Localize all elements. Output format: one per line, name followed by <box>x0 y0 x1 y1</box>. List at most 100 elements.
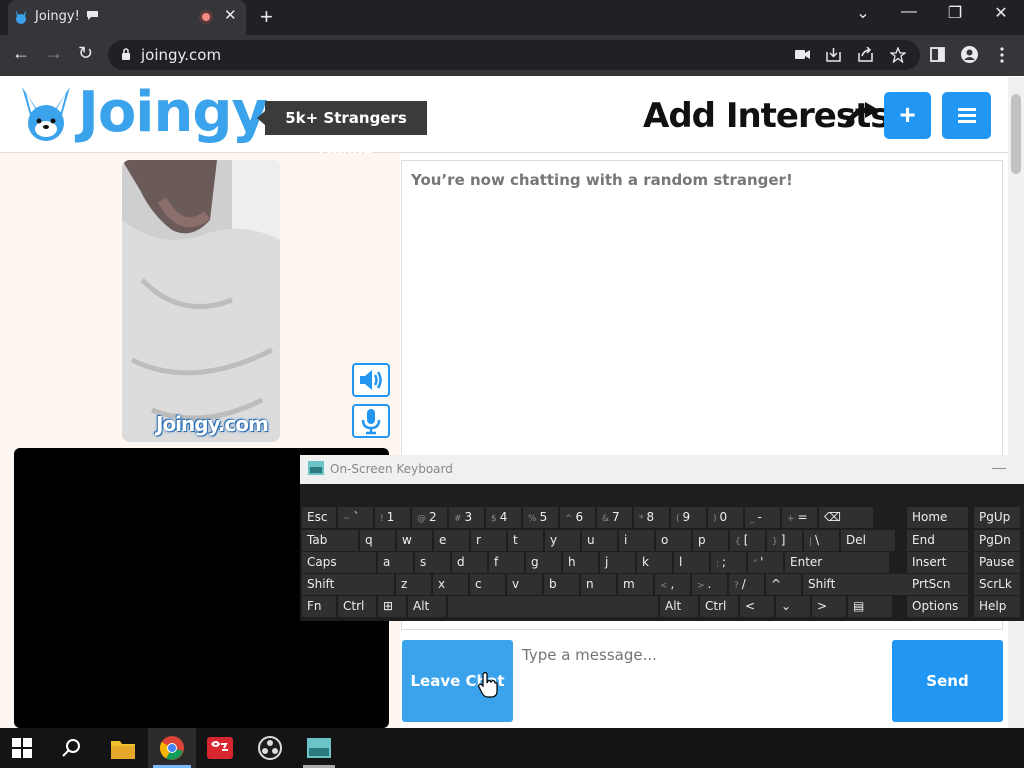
osk-key[interactable]: a <box>378 552 413 573</box>
osk-key[interactable]: }] <box>767 530 802 551</box>
osk-key[interactable]: Insert <box>907 552 968 573</box>
osk-key[interactable]: x <box>433 574 468 595</box>
osk-key[interactable]: p <box>693 530 728 551</box>
windows-start-icon[interactable] <box>12 738 32 758</box>
osk-key[interactable]: i <box>619 530 654 551</box>
osk-key[interactable]: v <box>507 574 542 595</box>
share-icon[interactable] <box>858 47 873 62</box>
osk-key[interactable]: {[ <box>730 530 765 551</box>
hamburger-menu-button[interactable] <box>942 92 991 139</box>
osk-key[interactable]: s <box>415 552 450 573</box>
window-close-button[interactable]: ✕ <box>981 3 1021 23</box>
osk-key[interactable]: PrtScn <box>907 574 968 595</box>
side-panel-icon[interactable] <box>930 47 945 62</box>
osk-key[interactable]: Home <box>907 507 968 528</box>
osk-key[interactable]: & 7 <box>597 507 632 528</box>
add-interest-button[interactable]: + <box>884 92 931 139</box>
kebab-menu-icon[interactable] <box>999 47 1005 63</box>
osk-key[interactable]: ) 0 <box>708 507 743 528</box>
osk-key[interactable]: Caps <box>302 552 376 573</box>
osk-key[interactable]: b <box>544 574 579 595</box>
osk-key[interactable]: Esc <box>302 507 336 528</box>
osk-key[interactable]: ⌄ <box>776 596 810 617</box>
osk-key[interactable]: q <box>360 530 395 551</box>
back-button[interactable]: ← <box>12 43 30 64</box>
osk-key[interactable]: < <box>740 596 774 617</box>
osk-key[interactable]: | \ <box>804 530 839 551</box>
osk-key[interactable]: Alt <box>660 596 698 617</box>
osk-key[interactable]: k <box>637 552 672 573</box>
camera-icon[interactable] <box>795 49 810 60</box>
osk-key[interactable]: c <box>470 574 505 595</box>
osk-key[interactable]: Fn <box>302 596 336 617</box>
osk-key[interactable]: Ctrl <box>700 596 738 617</box>
osk-key[interactable]: " ' <box>748 552 783 573</box>
osk-key[interactable]: d <box>452 552 487 573</box>
osk-key[interactable]: ScrLk <box>974 574 1020 595</box>
osk-key[interactable]: e <box>434 530 469 551</box>
osk-key[interactable]: t <box>508 530 543 551</box>
osk-key[interactable]: y <box>545 530 580 551</box>
osk-key[interactable]: Shift <box>302 574 394 595</box>
osk-key[interactable]: ▤ <box>848 596 892 617</box>
osk-key[interactable]: @2 <box>412 507 447 528</box>
reload-button[interactable]: ↻ <box>78 43 93 64</box>
page-scrollbar[interactable] <box>1008 77 1024 728</box>
file-explorer-icon[interactable] <box>110 736 136 762</box>
site-logo-text[interactable]: Joingy <box>78 80 268 145</box>
osk-key[interactable]: $4 <box>486 507 521 528</box>
osk-key[interactable]: > <box>812 596 846 617</box>
minimize-button[interactable]: — <box>889 3 929 21</box>
osk-key[interactable]: #3 <box>449 507 484 528</box>
osk-key[interactable]: End <box>907 530 968 551</box>
osk-app-icon[interactable] <box>306 735 332 761</box>
osk-key[interactable]: Pause <box>974 552 1020 573</box>
osk-key[interactable]: Alt <box>408 596 446 617</box>
osk-key[interactable]: Ctrl <box>338 596 376 617</box>
recorder-app-icon[interactable] <box>207 735 233 761</box>
lock-icon[interactable] <box>121 48 131 61</box>
tab-search-button[interactable]: ⌄ <box>843 3 883 23</box>
osk-key[interactable] <box>448 596 658 617</box>
osk-key[interactable]: % 5 <box>523 507 558 528</box>
osk-key[interactable]: z <box>396 574 431 595</box>
osk-key[interactable]: g <box>526 552 561 573</box>
osk-key[interactable]: (9 <box>671 507 706 528</box>
osk-key[interactable]: :; <box>711 552 746 573</box>
osk-minimize-button[interactable]: — <box>992 459 1006 475</box>
speaker-button[interactable] <box>352 363 390 397</box>
osk-key[interactable]: l <box>674 552 709 573</box>
osk-key[interactable]: * 8 <box>634 507 669 528</box>
osk-key[interactable]: ! 1 <box>375 507 410 528</box>
osk-key[interactable]: f <box>489 552 524 573</box>
search-icon[interactable] <box>62 738 82 758</box>
osk-key[interactable]: <, <box>655 574 690 595</box>
scrollbar-thumb[interactable] <box>1011 94 1021 174</box>
bunny-logo-icon[interactable] <box>16 83 76 143</box>
restore-button[interactable]: ❐ <box>935 3 975 23</box>
osk-key[interactable]: u <box>582 530 617 551</box>
osk-key[interactable]: PgDn <box>974 530 1020 551</box>
osk-key[interactable]: h <box>563 552 598 573</box>
obs-icon[interactable] <box>257 735 283 761</box>
install-icon[interactable] <box>826 47 841 62</box>
url-text[interactable]: joingy.com <box>141 46 221 64</box>
message-input[interactable] <box>514 640 890 722</box>
chrome-icon[interactable] <box>159 735 185 761</box>
profile-icon[interactable] <box>961 46 978 63</box>
osk-key[interactable]: Tab <box>302 530 358 551</box>
osk-key[interactable]: Enter <box>785 552 889 573</box>
send-button[interactable]: Send <box>892 640 1003 722</box>
osk-key[interactable]: w <box>397 530 432 551</box>
osk-key[interactable]: j <box>600 552 635 573</box>
osk-key[interactable]: m <box>618 574 653 595</box>
osk-key[interactable]: n <box>581 574 616 595</box>
osk-key[interactable]: ~ ` <box>338 507 373 528</box>
osk-key[interactable]: Del <box>841 530 895 551</box>
osk-key[interactable]: o <box>656 530 691 551</box>
new-tab-button[interactable]: + <box>260 4 273 30</box>
osk-key[interactable]: Options <box>907 596 968 617</box>
tab-close-button[interactable]: ✕ <box>224 6 237 24</box>
osk-key[interactable]: ^ 6 <box>560 507 595 528</box>
osk-key[interactable]: Help <box>974 596 1020 617</box>
